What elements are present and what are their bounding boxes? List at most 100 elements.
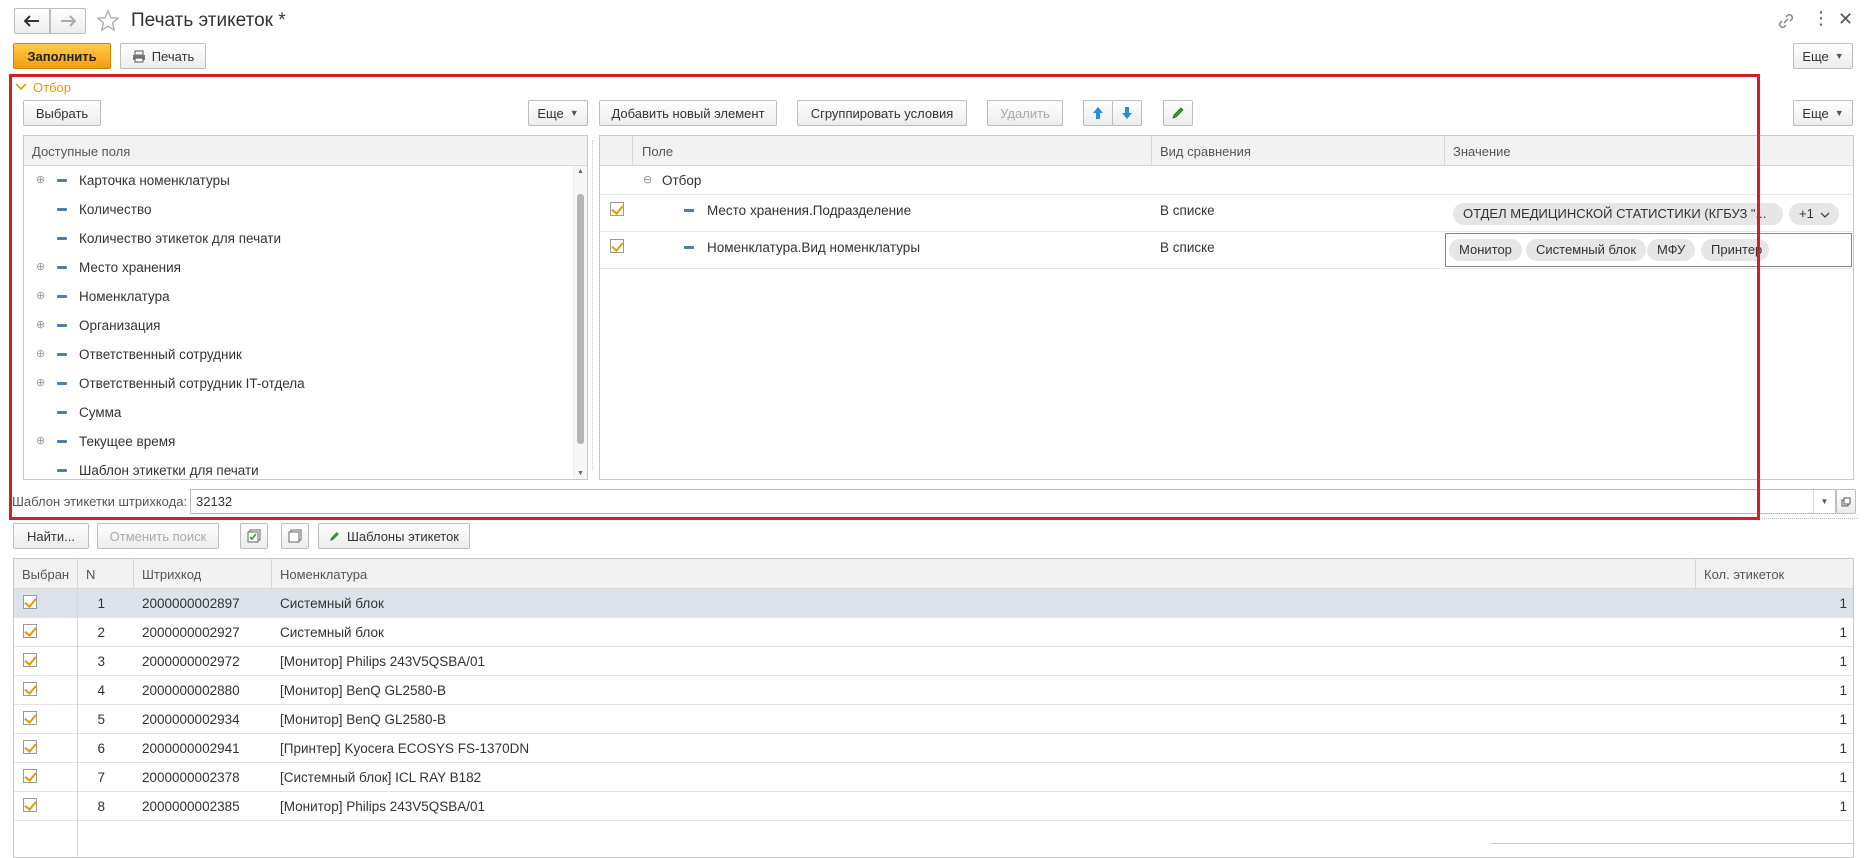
available-field-item[interactable]: ⊕ Место хранения (24, 253, 573, 282)
condition-checkbox[interactable] (610, 239, 624, 253)
condition-checkbox[interactable] (610, 202, 624, 216)
print-button[interactable]: Печать (120, 43, 206, 69)
label-templates-button[interactable]: Шаблоны этикеток (318, 523, 470, 549)
labels-table: Выбран N Штрихкод Номенклатура Кол. этик… (13, 558, 1854, 858)
expand-icon[interactable]: ⊕ (36, 318, 45, 331)
row-item: [Монитор] BenQ GL2580-B (280, 712, 447, 727)
available-field-item[interactable]: Шаблон этикетки для печати (24, 456, 573, 479)
table-row[interactable]: 3 2000000002972 [Монитор] Philips 243V5QSB… (14, 647, 1853, 676)
table-row[interactable]: 8 2000000002385 [Монитор] Philips 243V5QSB… (14, 792, 1853, 821)
condition-row[interactable]: Номенклатура.Вид номенклатуры В списке М… (600, 232, 1853, 269)
row-n: 5 (97, 712, 105, 727)
available-field-item[interactable]: Количество (24, 195, 573, 224)
available-field-item[interactable]: ⊕ Номенклатура (24, 282, 573, 311)
fill-button[interactable]: Заполнить (13, 43, 111, 69)
row-checkbox[interactable] (23, 624, 37, 638)
available-field-item[interactable]: ⊕ Текущее время (24, 427, 573, 456)
move-up-button[interactable] (1083, 100, 1113, 126)
field-icon (57, 266, 67, 269)
row-barcode: 2000000002972 (142, 654, 240, 669)
row-checkbox[interactable] (23, 798, 37, 812)
row-checkbox[interactable] (23, 740, 37, 754)
more-vertical-icon[interactable]: ⋮ (1812, 8, 1830, 29)
expand-icon[interactable]: ⊕ (36, 347, 45, 360)
label-templates-label: Шаблоны этикеток (346, 528, 459, 544)
scroll-down-arrow[interactable]: ▼ (577, 470, 584, 477)
more-button-top[interactable]: Еще ▼ (1793, 43, 1853, 69)
available-field-label: Шаблон этикетки для печати (79, 463, 259, 478)
condition-row[interactable]: Место хранения.Подразделение В списке ОТ… (600, 195, 1853, 232)
expand-icon[interactable]: ⊕ (36, 376, 45, 389)
more-button-right[interactable]: Еще ▼ (1793, 100, 1853, 126)
scroll-up-arrow[interactable]: ▲ (577, 168, 584, 175)
available-field-label: Количество этикеток для печати (79, 231, 282, 246)
filter-section-label[interactable]: Отбор (33, 80, 71, 95)
cancel-search-button[interactable]: Отменить поиск (97, 523, 219, 549)
delete-button[interactable]: Удалить (987, 100, 1063, 126)
row-item: [Монитор] Philips 243V5QSBA/01 (280, 799, 486, 814)
arrow-up-icon (1093, 107, 1103, 119)
collapse-icon[interactable]: ⊖ (643, 173, 652, 186)
scroll-thumb[interactable] (577, 194, 584, 444)
template-dropdown-button[interactable]: ▼ (1813, 490, 1835, 513)
template-input[interactable]: 32132 ▼ (190, 489, 1836, 514)
group-conditions-button[interactable]: Сгруппировать условия (797, 100, 967, 126)
table-row[interactable]: 5 2000000002934 [Монитор] BenQ GL2580-B 1 (14, 705, 1853, 734)
open-template-button[interactable] (1836, 489, 1856, 514)
more-values-badge[interactable]: +1 (1789, 203, 1839, 225)
link-icon[interactable] (1777, 12, 1795, 30)
table-row[interactable]: 2 2000000002927 Системный блок 1 (14, 618, 1853, 647)
expand-icon[interactable]: ⊕ (36, 289, 45, 302)
row-checkbox[interactable] (23, 682, 37, 696)
available-field-item[interactable]: Количество этикеток для печати (24, 224, 573, 253)
col-selected-header: Выбран (22, 567, 70, 582)
deselect-all-button[interactable] (281, 523, 309, 549)
favorite-star-icon[interactable] (96, 9, 120, 33)
value-tag[interactable]: Системный блок (1526, 239, 1647, 261)
available-field-label: Ответственный сотрудник IT-отдела (79, 376, 305, 391)
value-tag[interactable]: Монитор (1449, 239, 1522, 261)
value-tag[interactable]: Принтер (1701, 239, 1769, 261)
back-button[interactable] (14, 8, 50, 34)
row-checkbox[interactable] (23, 769, 37, 783)
select-button[interactable]: Выбрать (23, 100, 101, 126)
row-checkbox[interactable] (23, 653, 37, 667)
row-n: 1 (97, 596, 105, 611)
arrow-left-icon (24, 15, 39, 27)
add-new-element-button[interactable]: Добавить новый элемент (599, 100, 777, 126)
condition-comparison: В списке (1160, 203, 1215, 218)
available-field-item[interactable]: ⊕ Карточка номенклатуры (24, 166, 573, 195)
table-row[interactable]: 6 2000000002941 [Принтер] Kyocera ECOSYS F… (14, 734, 1853, 763)
edit-button[interactable] (1163, 100, 1193, 126)
expand-icon[interactable]: ⊕ (36, 434, 45, 447)
close-icon[interactable]: ✕ (1838, 9, 1853, 30)
available-field-item[interactable]: ⊕ Ответственный сотрудник (24, 340, 573, 369)
value-tag[interactable]: МФУ (1647, 239, 1696, 261)
row-count: 1 (1839, 770, 1847, 785)
row-barcode: 2000000002934 (142, 712, 240, 727)
available-field-item[interactable]: ⊕ Ответственный сотрудник IT-отдела (24, 369, 573, 398)
more-label: Еще (1802, 105, 1829, 121)
available-field-item[interactable]: Сумма (24, 398, 573, 427)
more-button-left[interactable]: Еще ▼ (528, 100, 588, 126)
group-node[interactable]: ⊖ Отбор (600, 166, 1853, 195)
expand-icon[interactable]: ⊕ (36, 173, 45, 186)
expand-icon[interactable]: ⊕ (36, 260, 45, 273)
chevron-down-icon[interactable] (15, 83, 27, 91)
find-button[interactable]: Найти... (13, 523, 89, 549)
page-title: Печать этикеток * (131, 10, 286, 31)
scrollbar[interactable]: ▲ ▼ (573, 166, 587, 479)
row-checkbox[interactable] (23, 595, 37, 609)
table-row[interactable]: 1 2000000002897 Системный блок 1 (14, 589, 1853, 618)
move-down-button[interactable] (1112, 100, 1142, 126)
splitter[interactable] (592, 140, 594, 470)
forward-button[interactable] (50, 8, 86, 34)
row-checkbox[interactable] (23, 711, 37, 725)
value-editor[interactable]: Монитор Системный блок МФУ Принтер (1445, 233, 1852, 267)
select-all-button[interactable] (240, 523, 268, 549)
value-tag[interactable]: ОТДЕЛ МЕДИЦИНСКОЙ СТАТИСТИКИ (КГБУЗ "... (1453, 203, 1783, 225)
available-field-item[interactable]: ⊕ Организация (24, 311, 573, 340)
table-row[interactable]: 7 2000000002378 [Системный блок] ICL RAY B… (14, 763, 1853, 792)
field-icon (57, 179, 67, 182)
table-row[interactable]: 4 2000000002880 [Монитор] BenQ GL2580-B 1 (14, 676, 1853, 705)
